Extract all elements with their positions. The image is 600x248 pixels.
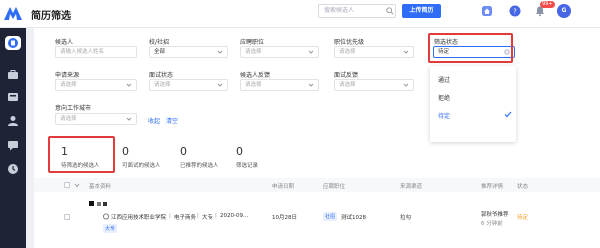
chevron-down-icon bbox=[308, 83, 314, 87]
clock-icon bbox=[8, 164, 18, 174]
help-icon[interactable]: ? bbox=[509, 5, 521, 17]
search-input[interactable] bbox=[318, 4, 396, 18]
search-icon bbox=[386, 7, 394, 15]
school-icon bbox=[103, 213, 109, 220]
city-select[interactable]: 请选择 bbox=[55, 113, 137, 125]
city-label: 意向工作城市 bbox=[55, 105, 92, 112]
upload-resume-button[interactable]: 上传简历 bbox=[402, 4, 441, 18]
priority-label: 职位优先级 bbox=[334, 39, 365, 46]
chevron-down-icon bbox=[403, 83, 409, 87]
source-select[interactable]: 请选择 bbox=[55, 79, 137, 91]
feedback-label: 候选人反馈 bbox=[240, 72, 271, 79]
chevron-down-icon bbox=[217, 83, 223, 87]
col-basic: 基本资料 bbox=[89, 184, 112, 190]
source-channel: 拉勾 bbox=[400, 215, 412, 221]
svg-text:?: ? bbox=[513, 8, 517, 16]
candidate-label: 候选人 bbox=[55, 39, 74, 46]
interview-status-placeholder: 请选择 bbox=[154, 82, 171, 88]
priority-select[interactable]: 请选择 bbox=[334, 46, 414, 58]
dropdown-option-pass[interactable]: 通过 bbox=[438, 75, 450, 84]
city-placeholder: 请选择 bbox=[60, 116, 77, 122]
stat-recommended-count: 0 bbox=[180, 145, 187, 158]
chevron-down-icon bbox=[126, 83, 132, 87]
screen-status-highlight bbox=[428, 33, 513, 63]
chevron-down-icon bbox=[403, 50, 409, 54]
home-icon[interactable] bbox=[481, 5, 493, 17]
user-avatar[interactable]: G bbox=[557, 4, 571, 18]
interview-feedback-placeholder: 请选择 bbox=[339, 82, 356, 88]
sidebar-item-jobs[interactable] bbox=[5, 68, 21, 82]
app-logo-icon bbox=[4, 7, 22, 20]
redacted-name bbox=[89, 201, 115, 207]
col-job: 应聘职位 bbox=[323, 184, 346, 190]
feedback-select[interactable]: 请选择 bbox=[240, 79, 319, 91]
dashboard-icon bbox=[8, 93, 18, 101]
col-recommend: 推荐详情 bbox=[481, 184, 504, 190]
stat-records-label[interactable]: 筛选记录 bbox=[236, 161, 258, 169]
campus-select[interactable]: 全部 bbox=[149, 46, 228, 58]
major: 电子商务 bbox=[174, 215, 197, 221]
dropdown-option-pending[interactable]: 待定 bbox=[438, 111, 450, 120]
col-status: 状态 bbox=[517, 184, 529, 190]
col-source: 来源渠道 bbox=[400, 184, 423, 190]
collapse-link[interactable]: 收起 bbox=[148, 116, 160, 125]
pending-tab-highlight bbox=[48, 136, 115, 173]
chat-icon bbox=[8, 141, 18, 151]
graduation: 2020-09... bbox=[220, 213, 249, 219]
sidebar-item-history[interactable] bbox=[5, 162, 21, 176]
feedback-placeholder: 请选择 bbox=[245, 82, 262, 88]
stat-records-count: 0 bbox=[236, 145, 243, 158]
chevron-down-icon bbox=[217, 50, 223, 54]
page-title: 简历筛选 bbox=[31, 11, 71, 22]
chevron-down-icon bbox=[308, 50, 314, 54]
resume-icon bbox=[8, 38, 18, 48]
stat-interviewable-count: 0 bbox=[122, 145, 129, 158]
col-date: 申请日期 bbox=[272, 184, 295, 190]
sidebar bbox=[0, 28, 26, 248]
stat-recommended-label[interactable]: 已推荐的候选人 bbox=[180, 161, 219, 169]
status-badge: 待定 bbox=[517, 215, 529, 221]
sidebar-item-messages[interactable] bbox=[5, 138, 21, 152]
top-header: 简历筛选 上传简历 ? 99+ G bbox=[0, 0, 600, 28]
person-icon bbox=[8, 116, 18, 126]
clear-link[interactable]: 清空 bbox=[166, 116, 178, 125]
sidebar-item-candidates[interactable] bbox=[5, 114, 21, 128]
degree: 大专 bbox=[202, 215, 214, 221]
check-icon bbox=[504, 111, 512, 118]
candidate-name-input[interactable]: 请输入候选人姓名 bbox=[55, 46, 137, 58]
interview-status-select[interactable]: 请选择 bbox=[149, 79, 228, 91]
screen-status-dropdown: 通过 拒绝 待定 bbox=[430, 66, 516, 142]
source-label: 申请来源 bbox=[55, 72, 80, 79]
table-header: 基本资料 申请日期 应聘职位 来源渠道 推荐详情 状态 bbox=[34, 178, 600, 192]
chevron-down-icon[interactable] bbox=[74, 183, 80, 188]
sidebar-item-resume-screening[interactable] bbox=[5, 36, 21, 50]
stat-interviewable-label[interactable]: 可面试的候选人 bbox=[122, 161, 161, 169]
select-all-checkbox[interactable] bbox=[64, 182, 70, 188]
education-tag: 大专 bbox=[103, 224, 118, 233]
campus-value: 全部 bbox=[154, 49, 166, 55]
interview-status-label: 面试状态 bbox=[149, 72, 174, 79]
candidate-placeholder: 请输入候选人姓名 bbox=[60, 49, 105, 55]
campus-label: 校/社招 bbox=[149, 39, 170, 46]
job-type-tag: 社招 bbox=[323, 212, 338, 221]
recommender: 郭秋爷推荐 bbox=[481, 212, 509, 218]
interview-feedback-label: 面试反馈 bbox=[334, 72, 359, 79]
job-select[interactable]: 请选择 bbox=[240, 46, 319, 58]
school-name: 江西应用技术职业学院 bbox=[111, 215, 167, 221]
briefcase-icon bbox=[8, 70, 18, 79]
job-name[interactable]: 测试1028 bbox=[341, 213, 366, 221]
job-label: 应聘职位 bbox=[240, 39, 265, 46]
sidebar-item-dashboard[interactable] bbox=[5, 90, 21, 104]
interview-feedback-select[interactable]: 请选择 bbox=[334, 79, 414, 91]
notification-badge: 99+ bbox=[540, 1, 555, 8]
recommend-time: 6 分钟前 bbox=[481, 221, 503, 227]
chevron-down-icon bbox=[126, 117, 132, 121]
source-placeholder: 请选择 bbox=[60, 82, 77, 88]
priority-placeholder: 请选择 bbox=[339, 49, 356, 55]
dropdown-option-reject[interactable]: 拒绝 bbox=[438, 93, 450, 102]
row-checkbox[interactable] bbox=[64, 214, 70, 220]
job-placeholder: 请选择 bbox=[245, 49, 262, 55]
apply-date: 10月28日 bbox=[272, 215, 297, 221]
